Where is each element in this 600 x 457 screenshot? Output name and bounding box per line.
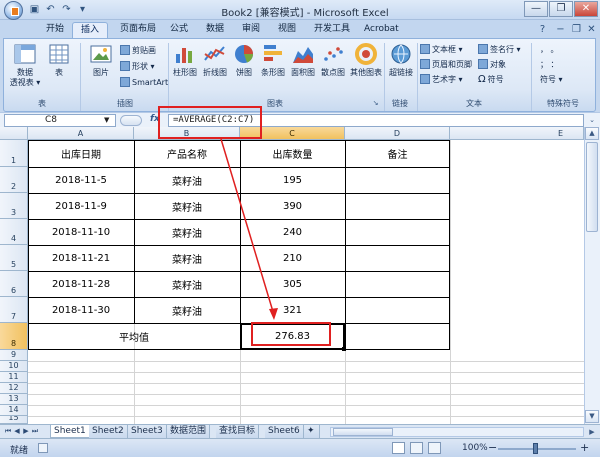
insert-sheet-icon[interactable]: ✦ <box>304 425 320 438</box>
sheet-tab-sheet1[interactable]: Sheet1 <box>50 425 90 438</box>
next-sheet-icon[interactable]: ▶ <box>22 426 30 437</box>
sheet-tab-sheet3[interactable]: Sheet3 <box>128 425 167 438</box>
page-layout-view-icon[interactable] <box>410 442 423 454</box>
sheet-tab-lookup-target[interactable]: 查找目标 <box>216 425 260 438</box>
prev-sheet-icon[interactable]: ◀ <box>13 426 21 437</box>
zoom-out-icon[interactable]: − <box>488 441 497 454</box>
normal-view-icon[interactable] <box>392 442 405 454</box>
sheet-tab-bar: ⏮ ◀ ▶ ⏭ Sheet1 Sheet2 Sheet3 数据范围 查找目标 S… <box>0 424 600 438</box>
zoom-level[interactable]: 100% <box>462 443 488 453</box>
status-ready: 就绪 <box>10 446 29 456</box>
status-bar: 就绪 100% − + <box>0 438 600 457</box>
macro-record-icon[interactable] <box>38 443 48 453</box>
horizontal-scroll-thumb[interactable] <box>333 428 393 436</box>
horizontal-scrollbar[interactable] <box>330 427 584 437</box>
sheet-tab-sheet2[interactable]: Sheet2 <box>89 425 128 438</box>
last-sheet-icon[interactable]: ⏭ <box>31 426 39 437</box>
zoom-in-icon[interactable]: + <box>580 441 589 454</box>
annotation-arrow <box>220 138 278 320</box>
sheet-tab-data-range[interactable]: 数据范围 <box>167 425 211 438</box>
first-sheet-icon[interactable]: ⏮ <box>4 426 12 437</box>
scroll-up-icon[interactable]: ▲ <box>585 127 599 140</box>
scroll-right-icon[interactable]: ▶ <box>586 426 598 438</box>
zoom-slider-thumb[interactable] <box>533 443 538 454</box>
sheet-tab-sheet6[interactable]: Sheet6 <box>265 425 304 438</box>
scroll-thumb[interactable] <box>586 142 598 232</box>
scroll-down-icon[interactable]: ▼ <box>585 410 599 423</box>
page-break-view-icon[interactable] <box>428 442 441 454</box>
vertical-scrollbar[interactable]: ▲ ▼ <box>584 127 600 424</box>
